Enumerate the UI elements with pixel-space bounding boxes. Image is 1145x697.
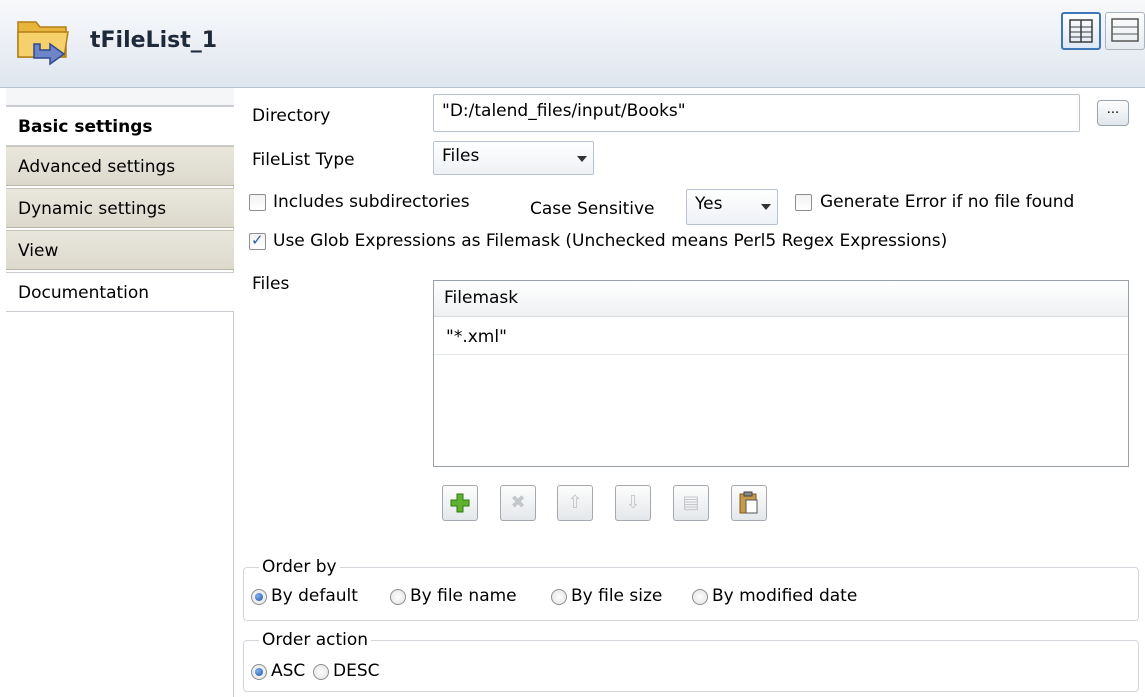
- includes-subdirectories-label: Includes subdirectories: [273, 192, 470, 212]
- case-sensitive-value: Yes: [695, 194, 723, 214]
- order-by-filename-label: By file name: [410, 586, 517, 606]
- arrow-down-icon: ⇩: [625, 492, 641, 513]
- filemask-cell[interactable]: "*.xml": [446, 327, 507, 347]
- tab-advanced-settings[interactable]: Advanced settings: [6, 146, 234, 186]
- list-layout-icon: [1111, 18, 1139, 42]
- arrow-up-icon: ⇧: [567, 492, 583, 513]
- includes-subdirectories-checkbox[interactable]: [249, 194, 266, 211]
- order-by-filesize-radio[interactable]: [551, 589, 567, 605]
- tab-basic-settings[interactable]: Basic settings: [6, 106, 234, 146]
- list-layout-button[interactable]: [1105, 12, 1145, 50]
- case-sensitive-select[interactable]: Yes: [686, 189, 778, 225]
- filelist-type-value: Files: [442, 146, 480, 166]
- nav-top-spacer: [6, 88, 234, 106]
- order-asc-radio[interactable]: [251, 664, 267, 680]
- filelist-type-select[interactable]: Files: [433, 141, 594, 175]
- copy-icon: ▤: [682, 492, 700, 513]
- tab-view[interactable]: View: [6, 230, 234, 270]
- order-by-modified-radio[interactable]: [692, 589, 708, 605]
- order-desc-label: DESC: [333, 661, 380, 681]
- tab-documentation[interactable]: Documentation: [6, 272, 234, 312]
- order-by-filename-radio[interactable]: [390, 589, 406, 605]
- delete-row-button[interactable]: ✖: [500, 485, 536, 521]
- case-sensitive-label: Case Sensitive: [530, 199, 655, 219]
- directory-label: Directory: [252, 106, 331, 126]
- files-label: Files: [252, 274, 290, 294]
- directory-input[interactable]: "D:/talend_files/input/Books": [433, 94, 1080, 132]
- grid-layout-icon: [1069, 19, 1093, 43]
- order-by-default-label: By default: [271, 586, 358, 606]
- generate-error-checkbox[interactable]: [795, 194, 812, 211]
- order-by-modified-label: By modified date: [712, 586, 858, 606]
- chevron-down-icon: [577, 156, 587, 162]
- paste-icon: [739, 491, 758, 514]
- move-up-button[interactable]: ⇧: [557, 485, 593, 521]
- order-by-title: Order by: [259, 557, 340, 577]
- order-by-filesize-label: By file size: [571, 586, 663, 606]
- order-asc-label: ASC: [271, 661, 306, 681]
- order-action-title: Order action: [259, 630, 372, 650]
- tab-dynamic-settings[interactable]: Dynamic settings: [6, 188, 234, 228]
- order-by-default-radio[interactable]: [251, 589, 267, 605]
- plus-icon: [450, 493, 470, 513]
- paste-button[interactable]: [731, 485, 767, 521]
- order-by-group: [243, 567, 1139, 621]
- add-row-button[interactable]: [442, 485, 478, 521]
- files-table-header: Filemask: [434, 281, 1128, 317]
- component-title: tFileList_1: [90, 28, 218, 53]
- browse-directory-button[interactable]: ...: [1097, 100, 1129, 126]
- chevron-down-icon: [761, 204, 771, 210]
- use-glob-checkbox[interactable]: [249, 231, 266, 250]
- grid-layout-button[interactable]: [1061, 12, 1101, 50]
- filemask-column-header[interactable]: Filemask: [444, 288, 518, 308]
- copy-button[interactable]: ▤: [673, 485, 709, 521]
- generate-error-label: Generate Error if no file found: [820, 192, 1075, 212]
- folder-icon: [17, 21, 69, 66]
- filelist-type-label: FileList Type: [252, 150, 355, 170]
- table-row[interactable]: "*.xml": [434, 317, 1128, 355]
- move-down-button[interactable]: ⇩: [615, 485, 651, 521]
- order-desc-radio[interactable]: [313, 664, 329, 680]
- use-glob-label: Use Glob Expressions as Filemask (Unchec…: [273, 231, 948, 251]
- delete-icon: ✖: [510, 492, 526, 513]
